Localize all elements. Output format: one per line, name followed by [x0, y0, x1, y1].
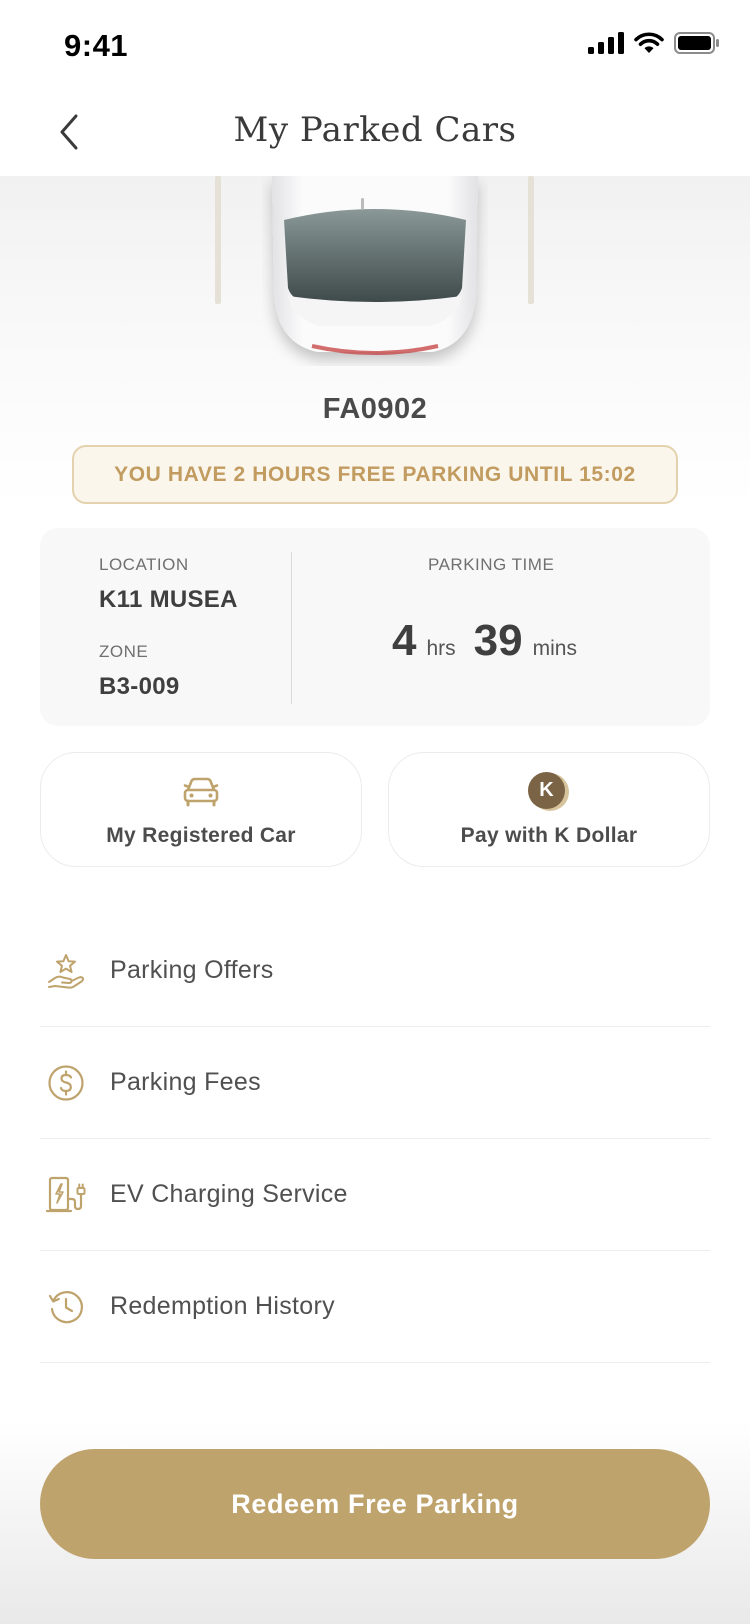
menu-item-parking-offers[interactable]: Parking Offers [40, 915, 710, 1027]
plate-number: FA0902 [322, 393, 428, 425]
car-top-view-image [272, 176, 478, 355]
k-dollar-letter: K [528, 771, 565, 809]
car-icon [183, 777, 219, 806]
status-bar: 9:41 [0, 0, 750, 88]
menu-label: Parking Offers [110, 956, 274, 984]
info-divider [291, 552, 292, 704]
parking-line-left [215, 176, 221, 304]
redeem-free-parking-button[interactable]: Redeem Free Parking [40, 1449, 710, 1559]
ev-charger-icon [46, 1176, 86, 1212]
pay-with-k-dollar-button[interactable]: K Pay with K Dollar [388, 752, 710, 867]
nav-bar: My Parked Cars [0, 88, 750, 176]
menu-item-redemption-history[interactable]: Redemption History [40, 1251, 710, 1363]
zone-value: B3-009 [99, 673, 180, 700]
zone-label: ZONE [99, 642, 149, 661]
dollar-circle-icon [48, 1064, 84, 1101]
menu-item-parking-fees[interactable]: Parking Fees [40, 1027, 710, 1139]
menu-item-ev-charging-service[interactable]: EV Charging Service [40, 1139, 710, 1251]
wifi-icon [634, 32, 664, 53]
duration-minutes-unit: mins [532, 637, 577, 660]
my-registered-car-button[interactable]: My Registered Car [40, 752, 362, 867]
duration-minutes: 39 [473, 616, 523, 665]
location-label: LOCATION [99, 555, 189, 574]
pay-with-k-dollar-label: Pay with K Dollar [460, 823, 638, 847]
menu-label: EV Charging Service [110, 1180, 348, 1208]
parking-line-right [528, 176, 534, 304]
duration-hours: 4 [392, 616, 417, 665]
status-icons [588, 32, 720, 54]
k-dollar-coin-icon: K [528, 771, 570, 812]
parking-info-card: LOCATION K11 MUSEA ZONE B3-009 PARKING T… [40, 528, 710, 726]
duration-hours-unit: hrs [426, 637, 456, 660]
battery-icon [674, 32, 719, 54]
free-parking-banner: YOU HAVE 2 HOURS FREE PARKING UNTIL 15:0… [72, 445, 678, 504]
menu-label: Parking Fees [110, 1068, 261, 1096]
parking-time-label: PARKING TIME [428, 555, 555, 574]
status-time: 9:41 [64, 28, 129, 63]
history-icon [48, 1290, 83, 1323]
page-title: My Parked Cars [233, 110, 517, 150]
menu-label: Redemption History [110, 1292, 335, 1320]
location-value: K11 MUSEA [99, 586, 238, 613]
my-registered-car-label: My Registered Car [106, 823, 296, 847]
signal-icon [588, 32, 624, 54]
menu-list: Parking Offers Parking Fees EV Charging … [40, 915, 710, 1363]
parking-duration: 4 hrs 39 mins [392, 616, 595, 666]
hand-star-icon [48, 953, 85, 989]
